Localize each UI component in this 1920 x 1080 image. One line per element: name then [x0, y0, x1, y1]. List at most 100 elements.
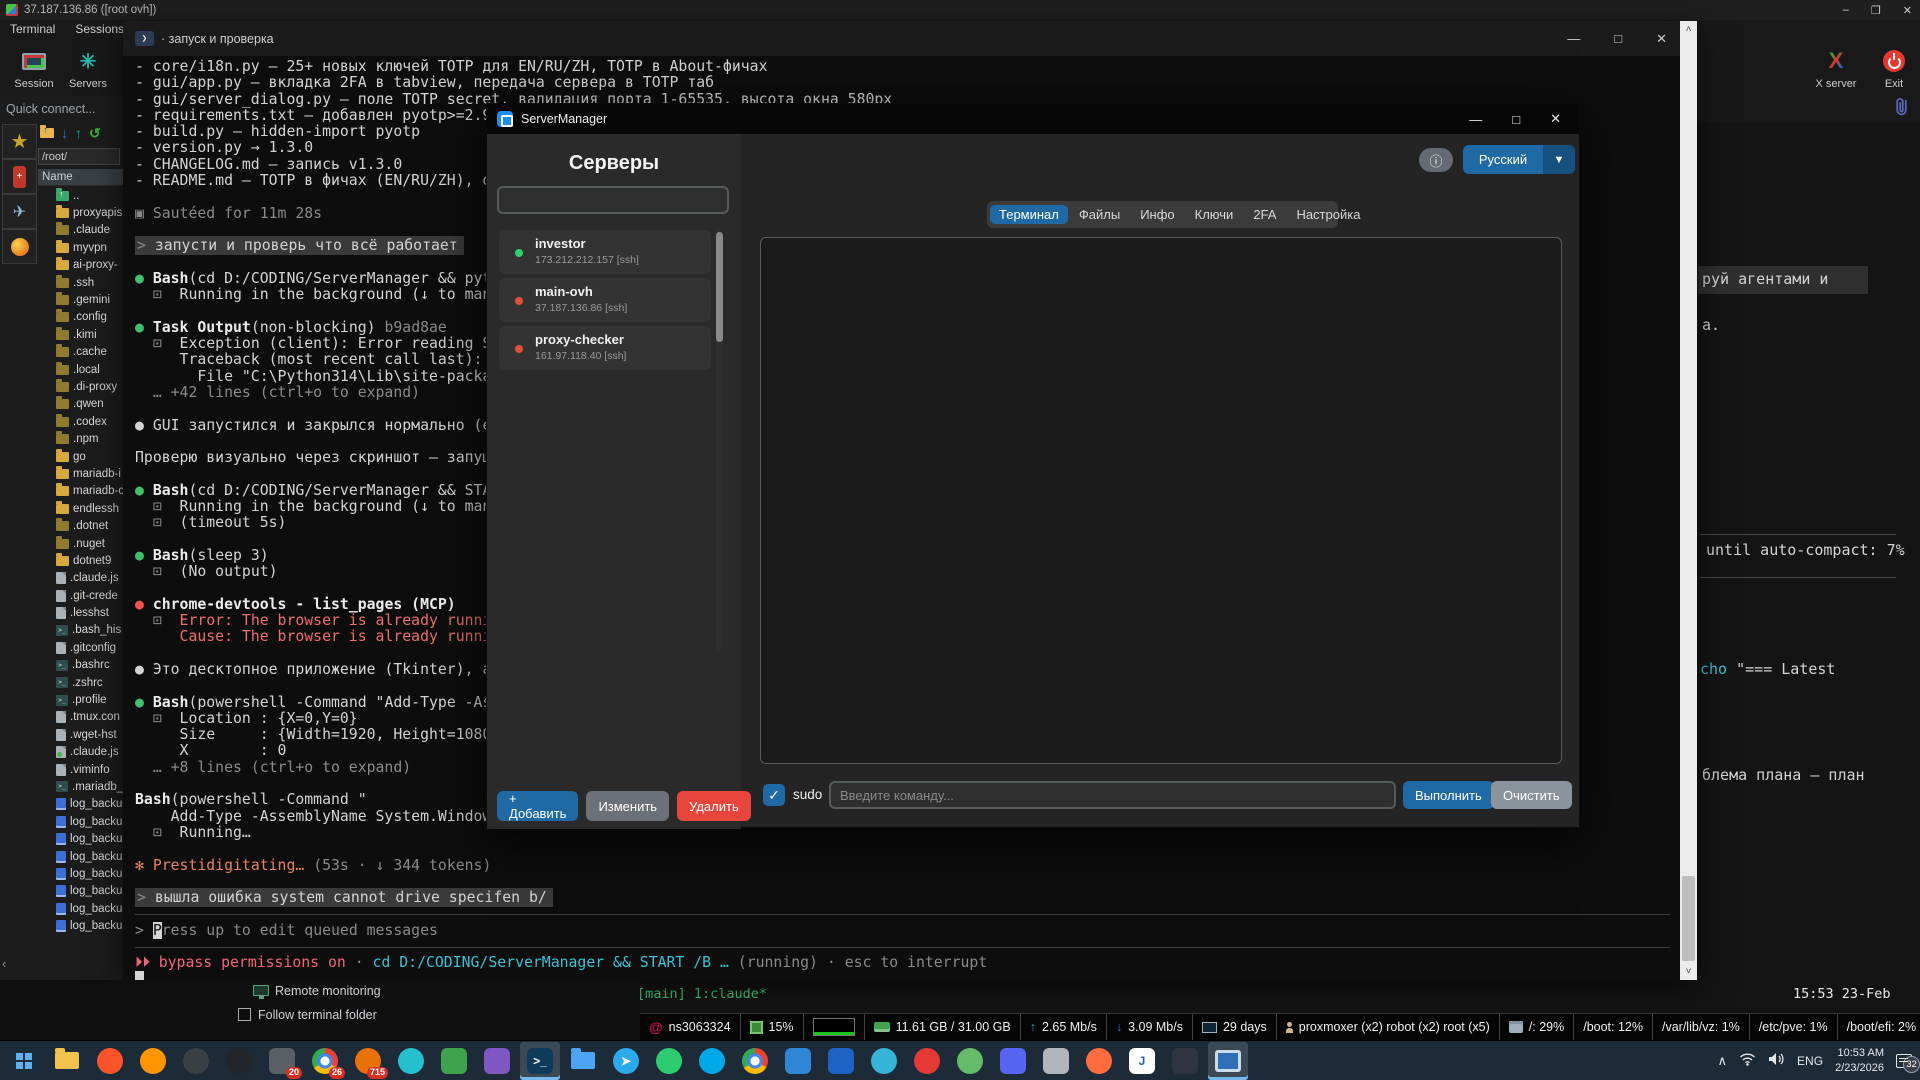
file-row[interactable]: .viminfo	[38, 761, 123, 778]
file-row[interactable]: log_backu	[38, 813, 123, 830]
quick-connect-field[interactable]: Quick connect...	[6, 102, 96, 116]
file-row[interactable]: .qwen	[38, 396, 123, 413]
terminal-scroll-thumb[interactable]	[1682, 876, 1695, 961]
taskbar-icon-app-teal[interactable]	[391, 1042, 431, 1080]
tools-rail-button[interactable]: +	[2, 159, 37, 194]
delete-server-button[interactable]: Удалить	[677, 791, 751, 821]
taskbar-icon-start[interactable]	[4, 1042, 44, 1080]
tray-clock[interactable]: 10:53 AM 2/23/2026	[1835, 1046, 1884, 1075]
scroll-down-icon[interactable]: ˅	[1680, 966, 1697, 977]
taskbar-icon-app-green[interactable]	[434, 1042, 474, 1080]
clear-button[interactable]: Очистить	[1491, 781, 1572, 809]
file-row[interactable]: ai-proxy-	[38, 257, 123, 274]
taskbar-icon-server-manager-app[interactable]	[1208, 1042, 1248, 1080]
file-row[interactable]: proxyapis	[38, 204, 123, 221]
taskbar-icon-app-green-2[interactable]	[950, 1042, 990, 1080]
chevron-down-icon[interactable]: ▼	[1543, 145, 1575, 174]
xserver-button[interactable]: X X server	[1806, 44, 1866, 90]
terminal-maximize-button[interactable]: □	[1614, 31, 1622, 46]
taskbar-icon-app-orange[interactable]: 715	[348, 1042, 388, 1080]
session-button[interactable]: Session	[8, 44, 60, 90]
remote-monitoring-toggle[interactable]: Remote monitoring	[253, 984, 381, 998]
folder-up-icon[interactable]	[40, 128, 54, 138]
file-row[interactable]: go	[38, 448, 123, 465]
file-row[interactable]: .claude	[38, 222, 123, 239]
file-row[interactable]: .di-proxy	[38, 378, 123, 395]
file-row[interactable]: .tmux.con	[38, 709, 123, 726]
file-row[interactable]: log_backu	[38, 883, 123, 900]
tab-ключи[interactable]: Ключи	[1186, 205, 1243, 224]
file-row[interactable]: .dotnet	[38, 517, 123, 534]
server-card[interactable]: investor173.212.212.157 [ssh]	[499, 230, 711, 274]
language-value[interactable]: Русский	[1463, 145, 1543, 174]
execute-button[interactable]: Выполнить	[1403, 781, 1494, 809]
taskbar-icon-app-dark-2[interactable]	[1165, 1042, 1205, 1080]
info-button[interactable]: ⓘ	[1419, 148, 1453, 172]
command-input[interactable]	[829, 781, 1396, 809]
download-icon[interactable]: ↓	[61, 125, 68, 141]
server-list-scroll-thumb[interactable]	[716, 232, 723, 342]
taskbar-icon-folder-blue[interactable]	[563, 1042, 603, 1080]
server-search-input[interactable]	[497, 186, 729, 214]
follow-terminal-checkbox[interactable]: Follow terminal folder	[238, 1008, 377, 1022]
server-card[interactable]: proxy-checker161.97.118.40 [ssh]	[499, 326, 711, 370]
taskbar-icon-skype[interactable]	[692, 1042, 732, 1080]
file-row[interactable]: .nuget	[38, 535, 123, 552]
moba-close-button[interactable]: ✕	[1903, 4, 1912, 17]
tab-настройка[interactable]: Настройка	[1287, 205, 1369, 224]
sftp-rail-button[interactable]: ✈	[2, 194, 37, 229]
file-row[interactable]: log_backu	[38, 848, 123, 865]
taskbar-icon-app-doc[interactable]	[1036, 1042, 1076, 1080]
menu-item-sessions[interactable]: Sessions	[75, 22, 124, 36]
file-column-header[interactable]: Name	[38, 169, 123, 186]
terminal-titlebar[interactable]: ❯ · запуск и проверка — □ ✕	[123, 21, 1697, 56]
file-row[interactable]: .wget-hst	[38, 726, 123, 743]
file-row[interactable]: mariadb-c	[38, 483, 123, 500]
terminal-scrollbar[interactable]: ˄ ˅	[1680, 21, 1697, 980]
file-row[interactable]: .kimi	[38, 326, 123, 343]
taskbar-icon-app-orange-2[interactable]	[1079, 1042, 1119, 1080]
tray-expand-icon[interactable]: ∧	[1718, 1053, 1728, 1069]
taskbar-icon-chrome[interactable]	[735, 1042, 775, 1080]
file-row[interactable]: log_backu	[38, 917, 123, 934]
taskbar-icon-edge[interactable]	[864, 1042, 904, 1080]
file-row[interactable]: >_.profile	[38, 691, 123, 708]
moba-minimize-button[interactable]: –	[1843, 4, 1849, 16]
taskbar-icon-app-red[interactable]	[907, 1042, 947, 1080]
server-list-scrollbar[interactable]	[716, 230, 723, 650]
tab-терминал[interactable]: Терминал	[990, 205, 1068, 224]
taskbar-icon-windows-terminal[interactable]: >_	[520, 1042, 560, 1080]
file-row[interactable]: .npm	[38, 430, 123, 447]
path-input[interactable]: /root/	[38, 148, 120, 165]
file-row[interactable]: log_backu	[38, 865, 123, 882]
file-row[interactable]: .gitconfig	[38, 639, 123, 656]
add-server-button[interactable]: + Добавить	[497, 791, 578, 821]
taskbar-icon-vscode[interactable]	[778, 1042, 818, 1080]
menu-item-terminal[interactable]: Terminal	[10, 22, 55, 36]
file-row[interactable]: .ssh	[38, 274, 123, 291]
file-row[interactable]: .claude.js	[38, 744, 123, 761]
file-row[interactable]: .lesshst	[38, 604, 123, 621]
volume-icon[interactable]	[1768, 1052, 1785, 1069]
file-row[interactable]: dotnet9	[38, 552, 123, 569]
taskbar-icon-whatsapp[interactable]	[649, 1042, 689, 1080]
file-row[interactable]: >_.bash_his	[38, 622, 123, 639]
taskbar-icon-app-purple[interactable]	[477, 1042, 517, 1080]
file-row[interactable]: >_.mariadb_	[38, 778, 123, 795]
taskbar-icon-app-dark[interactable]	[219, 1042, 259, 1080]
tab-инфо[interactable]: Инфо	[1131, 205, 1183, 224]
servers-button[interactable]: ✳ Servers	[62, 44, 114, 90]
sudo-checkbox[interactable]: ✓	[763, 784, 785, 806]
file-row[interactable]: ..	[38, 187, 123, 204]
language-dropdown[interactable]: Русский ▼	[1463, 145, 1575, 174]
web-rail-button[interactable]	[2, 229, 37, 264]
file-row[interactable]: log_backu	[38, 796, 123, 813]
taskbar-icon-telegram[interactable]: ➤	[606, 1042, 646, 1080]
terminal-tab-title[interactable]: запуск и проверка	[169, 32, 274, 46]
terminal-output-panel[interactable]	[760, 237, 1562, 764]
taskbar-icon-file-explorer[interactable]	[47, 1042, 87, 1080]
edit-server-button[interactable]: Изменить	[586, 791, 669, 821]
tab-файлы[interactable]: Файлы	[1070, 205, 1129, 224]
taskbar-icon-discord[interactable]	[993, 1042, 1033, 1080]
keyboard-language[interactable]: ENG	[1797, 1054, 1823, 1068]
